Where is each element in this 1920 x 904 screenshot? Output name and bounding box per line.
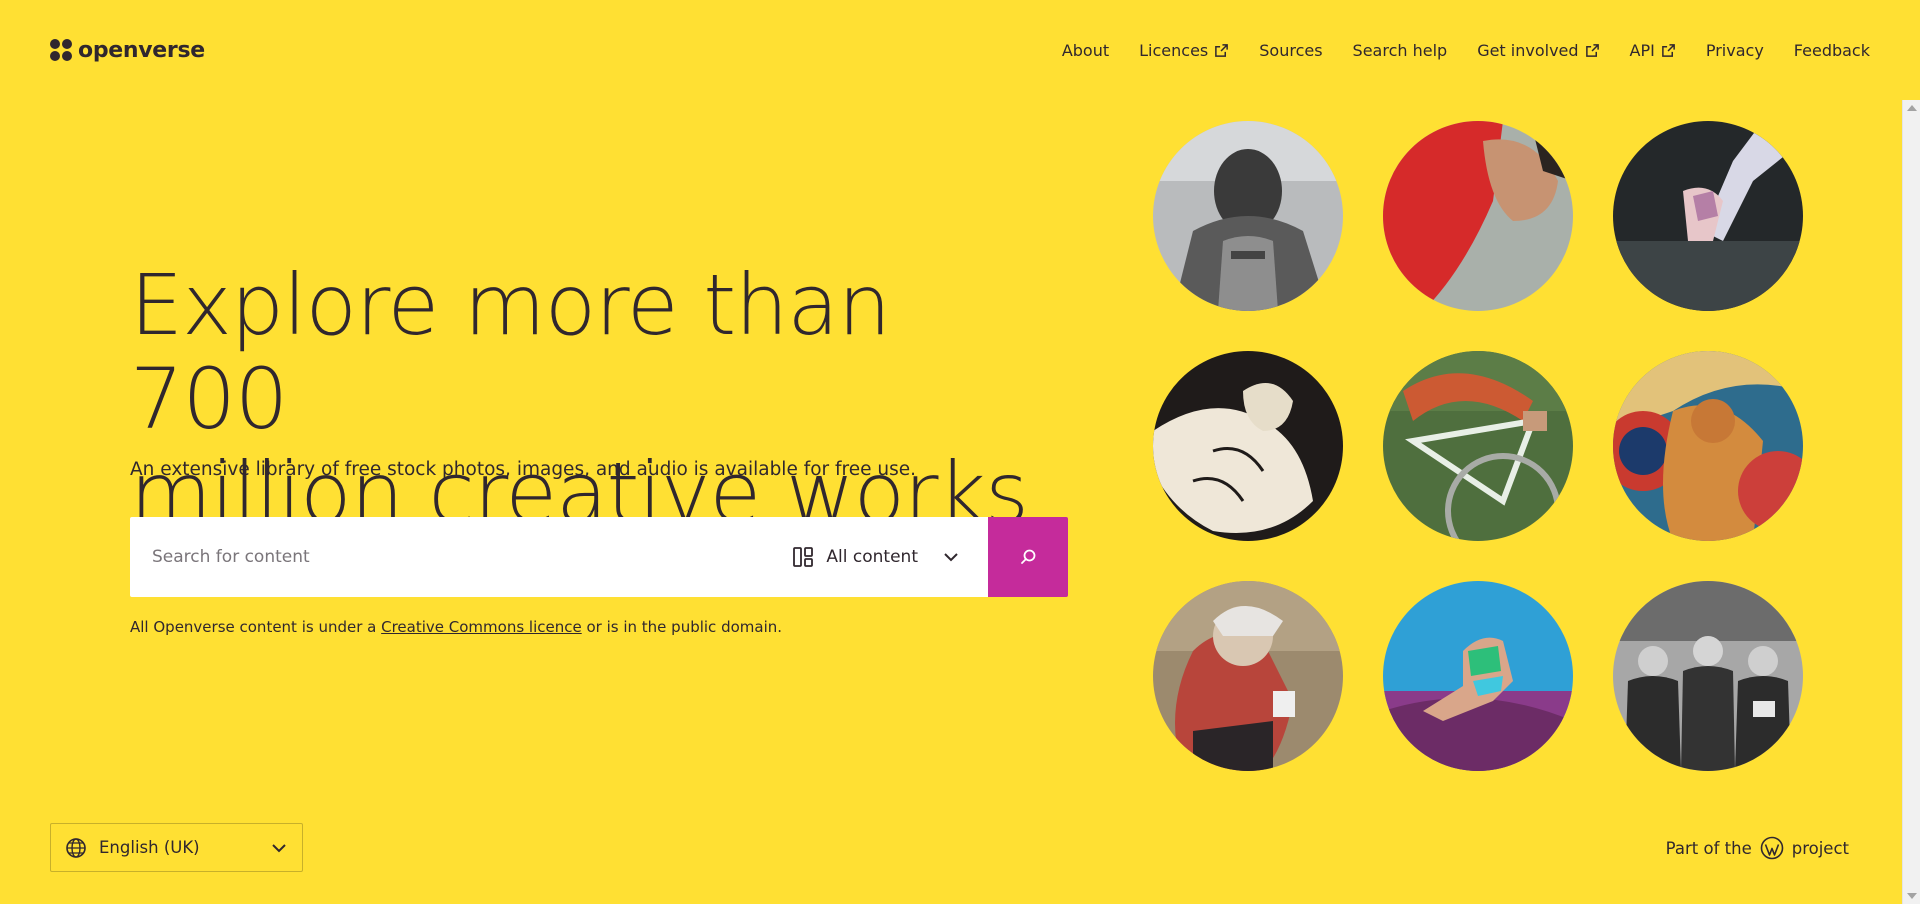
search-button[interactable] bbox=[988, 517, 1068, 597]
wordpress-logo-icon[interactable] bbox=[1760, 836, 1784, 860]
globe-icon bbox=[66, 837, 86, 858]
openverse-logo[interactable]: openverse bbox=[50, 38, 205, 63]
nav-get-involved[interactable]: Get involved bbox=[1477, 41, 1599, 60]
nav-about-label: About bbox=[1061, 40, 1110, 60]
nav-search-help-label: Search help bbox=[1352, 40, 1448, 60]
creative-commons-link[interactable]: Creative Commons licence bbox=[381, 618, 582, 636]
logo-text: openverse bbox=[78, 37, 205, 63]
external-link-icon bbox=[1661, 43, 1675, 57]
nav-licences[interactable]: Licences bbox=[1139, 41, 1229, 60]
nav-licences-label: Licences bbox=[1139, 40, 1209, 60]
chevron-down-icon bbox=[944, 553, 958, 562]
language-select[interactable]: English (UK) bbox=[50, 823, 303, 872]
main-nav: About Licences Sources Search help Get i… bbox=[1062, 41, 1870, 60]
hero-subtitle: An extensive library of free stock photo… bbox=[130, 459, 917, 480]
scroll-down-arrow-icon[interactable] bbox=[1907, 893, 1917, 899]
women-athletes-bw-image[interactable] bbox=[1613, 581, 1803, 771]
hero-title-line1: Explore more than 700 bbox=[130, 256, 891, 448]
search-icon bbox=[1021, 549, 1036, 564]
search-field: All content bbox=[130, 517, 988, 597]
chevron-down-icon bbox=[272, 843, 286, 852]
openverse-logo-mark-icon bbox=[50, 39, 72, 61]
language-label: English (UK) bbox=[99, 838, 200, 857]
nav-about[interactable]: About bbox=[1062, 41, 1109, 60]
all-content-icon bbox=[793, 547, 814, 567]
nav-feedback-label: Feedback bbox=[1793, 40, 1870, 60]
gymnast-hands-image[interactable] bbox=[1613, 121, 1803, 311]
external-link-icon bbox=[1585, 43, 1599, 57]
external-link-icon bbox=[1215, 43, 1229, 57]
red-shirt-athlete-image[interactable] bbox=[1383, 121, 1573, 311]
nav-sources[interactable]: Sources bbox=[1259, 41, 1322, 60]
nav-api[interactable]: API bbox=[1630, 41, 1676, 60]
search-bar: All content bbox=[130, 517, 1068, 597]
licence-note: All Openverse content is under a Creativ… bbox=[130, 618, 782, 636]
nav-get-involved-label: Get involved bbox=[1477, 40, 1579, 60]
content-type-label: All content bbox=[826, 547, 918, 567]
credit-prefix: Part of the bbox=[1665, 838, 1752, 858]
athlete-portrait-bw-image[interactable] bbox=[1153, 121, 1343, 311]
nav-api-label: API bbox=[1629, 40, 1655, 60]
site-header: openverse About Licences Sources Search … bbox=[0, 0, 1920, 100]
nav-privacy[interactable]: Privacy bbox=[1706, 41, 1764, 60]
nav-feedback[interactable]: Feedback bbox=[1794, 41, 1870, 60]
page-scrollbar[interactable] bbox=[1902, 100, 1920, 904]
credit-suffix: project bbox=[1791, 838, 1849, 858]
licence-note-suffix: or is in the public domain. bbox=[581, 618, 783, 636]
nav-sources-label: Sources bbox=[1259, 40, 1323, 60]
search-input[interactable] bbox=[152, 547, 793, 567]
athlete-poster-image[interactable] bbox=[1613, 351, 1803, 541]
scroll-up-arrow-icon[interactable] bbox=[1907, 105, 1917, 111]
long-jumper-image[interactable] bbox=[1383, 581, 1573, 771]
hero-title: Explore more than 700 million creative w… bbox=[130, 258, 1030, 540]
wrestlers-engraving-image[interactable] bbox=[1153, 351, 1343, 541]
cyclist-helmet-image[interactable] bbox=[1153, 581, 1343, 771]
content-type-select[interactable]: All content bbox=[792, 546, 960, 568]
nav-search-help[interactable]: Search help bbox=[1353, 41, 1448, 60]
track-cyclist-image[interactable] bbox=[1383, 351, 1573, 541]
wordpress-credit: Part of the project bbox=[1666, 836, 1849, 860]
licence-note-prefix: All Openverse content is under a bbox=[130, 618, 382, 636]
nav-privacy-label: Privacy bbox=[1705, 40, 1764, 60]
